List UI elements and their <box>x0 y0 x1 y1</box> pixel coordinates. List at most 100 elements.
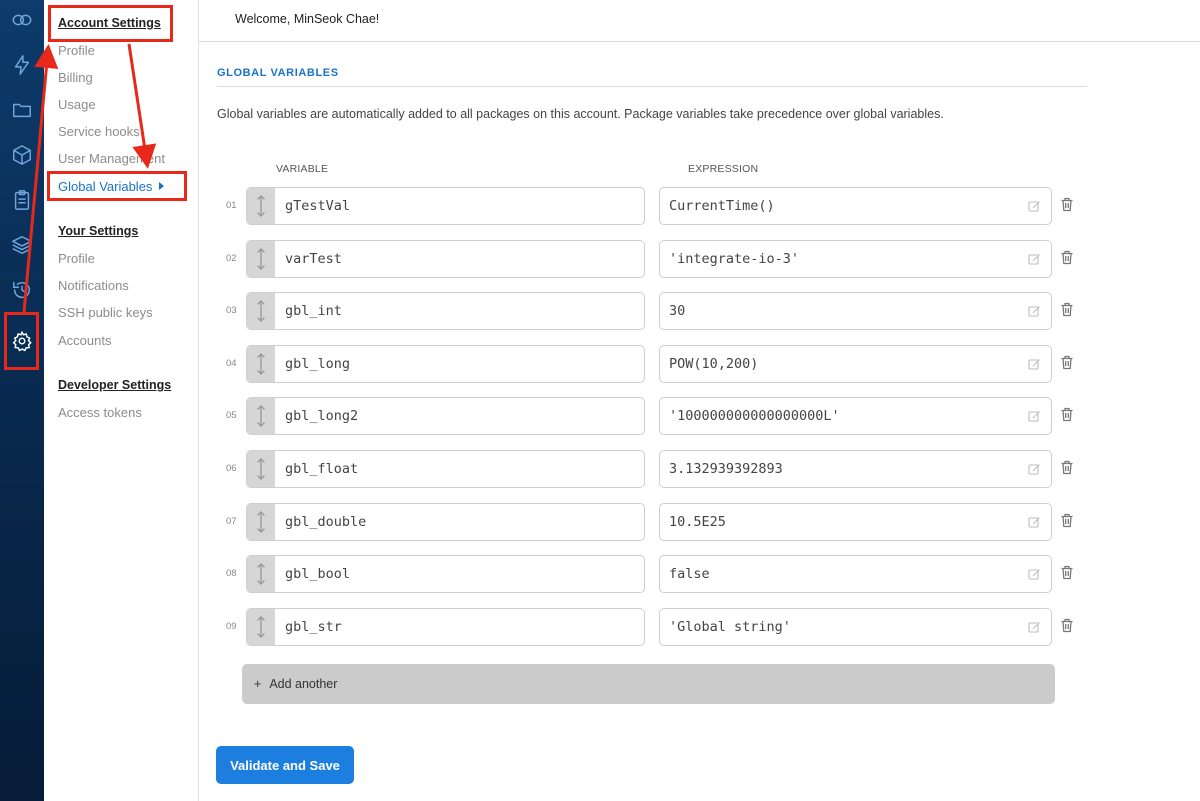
table-row: 08 gbl_bool false <box>220 554 1090 594</box>
variable-field[interactable]: gbl_str <box>246 607 645 646</box>
sidebar-item-service-hooks[interactable]: Service hooks <box>58 124 140 139</box>
logo-icon[interactable] <box>7 5 37 35</box>
trash-icon[interactable] <box>1060 565 1074 580</box>
edit-icon[interactable] <box>1028 200 1041 213</box>
sidebar-item-usage[interactable]: Usage <box>58 97 96 112</box>
drag-handle-icon[interactable] <box>247 556 275 593</box>
table-row: 07 gbl_double 10.5E25 <box>220 502 1090 542</box>
validate-save-button[interactable]: Validate and Save <box>216 746 354 784</box>
drag-handle-icon[interactable] <box>247 188 275 224</box>
row-number: 05 <box>226 410 237 422</box>
trash-icon[interactable] <box>1060 355 1074 370</box>
edit-icon[interactable] <box>1028 463 1041 476</box>
variable-name[interactable]: varTest <box>285 251 342 267</box>
expression-field[interactable]: 'integrate-io-3' <box>659 239 1052 278</box>
expression-field[interactable]: 3.132939392893 <box>659 450 1052 488</box>
expression-value[interactable]: 10.5E25 <box>669 514 726 530</box>
drag-handle-icon[interactable] <box>247 293 275 330</box>
variable-field[interactable]: gbl_long2 <box>246 397 645 436</box>
expression-value[interactable]: '100000000000000000L' <box>669 408 840 424</box>
variable-name[interactable]: gbl_bool <box>285 566 350 582</box>
trash-icon[interactable] <box>1060 618 1074 633</box>
edit-icon[interactable] <box>1028 516 1041 529</box>
clipboard-icon[interactable] <box>7 185 37 215</box>
developer-settings-title[interactable]: Developer Settings <box>58 378 171 392</box>
sidebar-item-your-profile[interactable]: Profile <box>58 251 95 266</box>
variable-name[interactable]: gbl_str <box>285 619 342 635</box>
variable-name[interactable]: gTestVal <box>285 198 350 214</box>
drag-handle-icon[interactable] <box>247 398 275 435</box>
variable-field[interactable]: gbl_float <box>246 450 645 488</box>
drag-handle-icon[interactable] <box>247 240 275 277</box>
variable-name[interactable]: gbl_double <box>285 514 366 530</box>
gear-icon[interactable] <box>4 312 39 370</box>
drag-handle-icon[interactable] <box>247 503 275 540</box>
drag-handle-icon[interactable] <box>247 345 275 382</box>
edit-icon[interactable] <box>1028 410 1041 423</box>
trash-icon[interactable] <box>1060 250 1074 265</box>
expression-value[interactable]: false <box>669 566 710 582</box>
row-number: 03 <box>226 305 237 317</box>
annotation-box-account-settings <box>48 5 173 42</box>
layers-icon[interactable] <box>7 230 37 260</box>
variable-name[interactable]: gbl_int <box>285 303 342 319</box>
section-description: Global variables are automatically added… <box>217 107 944 121</box>
trash-icon[interactable] <box>1060 513 1074 528</box>
package-icon[interactable] <box>7 140 37 170</box>
lightning-icon[interactable] <box>7 50 37 80</box>
sidebar-item-user-management[interactable]: User Management <box>58 151 165 166</box>
trash-icon[interactable] <box>1060 197 1074 212</box>
edit-icon[interactable] <box>1028 358 1041 371</box>
expression-field[interactable]: 30 <box>659 292 1052 331</box>
expression-value[interactable]: 'Global string' <box>669 619 791 635</box>
edit-icon[interactable] <box>1028 568 1041 581</box>
variable-field[interactable]: gbl_double <box>246 502 645 541</box>
expression-field[interactable]: false <box>659 555 1052 594</box>
sidebar-item-billing[interactable]: Billing <box>58 70 93 85</box>
column-header-expression: EXPRESSION <box>688 163 759 175</box>
row-number: 09 <box>226 620 237 632</box>
history-icon[interactable] <box>7 275 37 305</box>
table-row: 06 gbl_float 3.132939392893 <box>220 449 1090 489</box>
expression-value[interactable]: 'integrate-io-3' <box>669 251 799 267</box>
expression-value[interactable]: 3.132939392893 <box>669 461 783 477</box>
folder-icon[interactable] <box>7 95 37 125</box>
row-number: 04 <box>226 357 237 369</box>
add-another-text: Add another <box>269 677 338 691</box>
trash-icon[interactable] <box>1060 407 1074 422</box>
sidebar-item-ssh-keys[interactable]: SSH public keys <box>58 305 153 320</box>
expression-field[interactable]: '100000000000000000L' <box>659 397 1052 436</box>
sidebar-item-profile[interactable]: Profile <box>58 43 95 58</box>
sidebar-item-accounts[interactable]: Accounts <box>58 333 111 348</box>
variable-name[interactable]: gbl_float <box>285 461 358 477</box>
expression-value[interactable]: POW(10,200) <box>669 356 758 372</box>
expression-value[interactable]: CurrentTime() <box>669 198 775 214</box>
expression-field[interactable]: CurrentTime() <box>659 187 1052 225</box>
variable-field[interactable]: varTest <box>246 239 645 278</box>
sidebar-item-notifications[interactable]: Notifications <box>58 278 129 293</box>
edit-icon[interactable] <box>1028 621 1041 634</box>
variable-name[interactable]: gbl_long <box>285 356 350 372</box>
drag-handle-icon[interactable] <box>247 451 275 487</box>
trash-icon[interactable] <box>1060 460 1074 475</box>
variable-field[interactable]: gbl_long <box>246 344 645 383</box>
edit-icon[interactable] <box>1028 253 1041 266</box>
edit-icon[interactable] <box>1028 305 1041 318</box>
add-another-button[interactable]: + Add another <box>242 664 1055 704</box>
expression-field[interactable]: POW(10,200) <box>659 344 1052 383</box>
trash-icon[interactable] <box>1060 302 1074 317</box>
settings-sidebar: Account Settings Profile Billing Usage S… <box>44 0 199 801</box>
expression-field[interactable]: 10.5E25 <box>659 502 1052 541</box>
row-number: 02 <box>226 252 237 264</box>
expression-field[interactable]: 'Global string' <box>659 607 1052 646</box>
variable-name[interactable]: gbl_long2 <box>285 408 358 424</box>
drag-handle-icon[interactable] <box>247 608 275 645</box>
table-row: 05 gbl_long2 '100000000000000000L' <box>220 396 1090 436</box>
sidebar-item-access-tokens[interactable]: Access tokens <box>58 405 142 420</box>
your-settings-title[interactable]: Your Settings <box>58 224 138 238</box>
expression-value[interactable]: 30 <box>669 303 685 319</box>
icon-rail <box>0 0 44 801</box>
variable-field[interactable]: gTestVal <box>246 187 645 225</box>
variable-field[interactable]: gbl_int <box>246 292 645 331</box>
variable-field[interactable]: gbl_bool <box>246 555 645 594</box>
